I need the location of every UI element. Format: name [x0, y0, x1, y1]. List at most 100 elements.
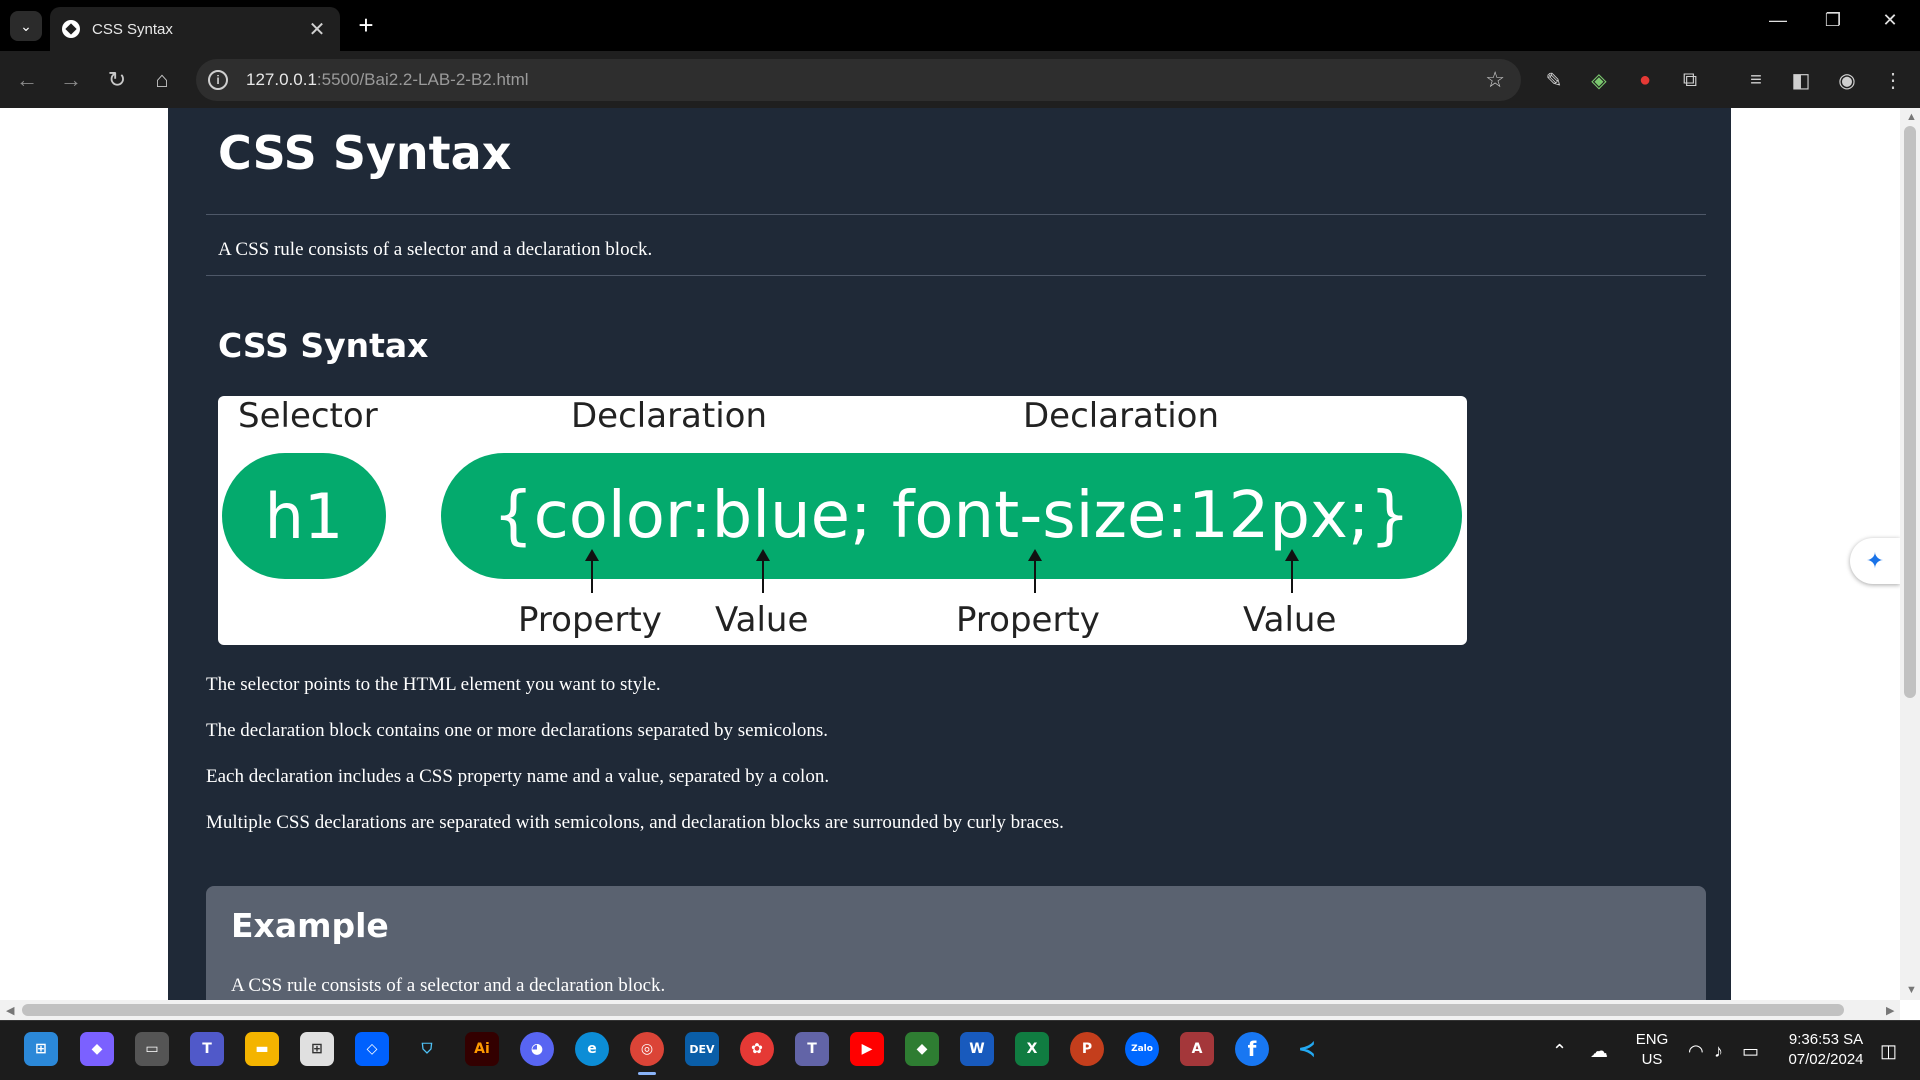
- minimize-button[interactable]: —: [1758, 10, 1798, 31]
- teams-icon[interactable]: T: [190, 1032, 224, 1066]
- scroll-down-arrow-icon[interactable]: ▼: [1906, 984, 1917, 996]
- assistant-bubble-icon[interactable]: ✦: [1850, 538, 1900, 584]
- scroll-right-arrow-icon[interactable]: ▶: [1886, 1004, 1894, 1017]
- property-label: Property: [518, 600, 662, 640]
- copilot-icon[interactable]: ◆: [80, 1032, 114, 1066]
- language-code: ENG: [1635, 1031, 1669, 1048]
- photos-icon[interactable]: ✿: [740, 1032, 774, 1066]
- battery-icon[interactable]: ▭: [1742, 1041, 1759, 1062]
- powerpoint-icon[interactable]: P: [1070, 1032, 1104, 1066]
- divider: [206, 214, 1706, 215]
- discord-icon[interactable]: ◕: [520, 1032, 554, 1066]
- youtube-icon[interactable]: ▶: [850, 1032, 884, 1066]
- arrow-up-icon: [1285, 549, 1299, 593]
- url-path: :5500/Bai2.2-LAB-2-B2.html: [316, 70, 529, 89]
- clock-time: 9:36:53 SA: [1788, 1031, 1864, 1048]
- url-text: 127.0.0.1:5500/Bai2.2-LAB-2-B2.html: [246, 70, 529, 90]
- adblock-extension-icon[interactable]: ●: [1630, 65, 1660, 95]
- bookmark-star-icon[interactable]: ☆: [1485, 67, 1505, 93]
- value-label: Value: [715, 600, 809, 640]
- page-container: CSS Syntax A CSS rule consists of a sele…: [168, 108, 1731, 1000]
- restore-button[interactable]: ❐: [1813, 10, 1853, 31]
- tab-title: CSS Syntax: [92, 20, 173, 38]
- scroll-left-arrow-icon[interactable]: ◀: [6, 1004, 14, 1017]
- example-text: A CSS rule consists of a selector and a …: [231, 975, 666, 996]
- language-indicator[interactable]: ENG US: [1630, 1030, 1674, 1070]
- browser-toolbar: ← → ↻ ⌂ i 127.0.0.1:5500/Bai2.2-LAB-2-B2…: [0, 51, 1920, 108]
- paragraph: Multiple CSS declarations are separated …: [206, 812, 1064, 833]
- scroll-up-arrow-icon[interactable]: ▲: [1906, 111, 1917, 123]
- media-control-icon[interactable]: ≡: [1741, 65, 1771, 95]
- intro-text: A CSS rule consists of a selector and a …: [218, 239, 653, 260]
- zalo-icon[interactable]: Zalo: [1125, 1032, 1159, 1066]
- paragraph: The declaration block contains one or mo…: [206, 720, 829, 741]
- access-icon[interactable]: A: [1180, 1032, 1214, 1066]
- tab-search-button[interactable]: ⌄: [10, 11, 42, 41]
- divider: [206, 275, 1706, 276]
- paragraph: The selector points to the HTML element …: [206, 674, 661, 695]
- selector-label: Selector: [238, 396, 378, 436]
- back-arrow-icon[interactable]: ←: [12, 65, 42, 95]
- address-bar[interactable]: i 127.0.0.1:5500/Bai2.2-LAB-2-B2.html ☆: [196, 59, 1521, 101]
- keyboard-layout: US: [1641, 1051, 1663, 1068]
- task-view-icon[interactable]: ▭: [135, 1032, 169, 1066]
- windows-start-icon[interactable]: ⊞: [24, 1032, 58, 1066]
- git-icon[interactable]: ◆: [905, 1032, 939, 1066]
- arrow-up-icon: [585, 549, 599, 593]
- onedrive-icon[interactable]: ☁: [1590, 1041, 1608, 1062]
- value-label: Value: [1243, 600, 1337, 640]
- notification-icon[interactable]: ◫: [1880, 1041, 1897, 1062]
- declaration-label: Declaration: [571, 396, 768, 436]
- arrow-up-icon: [756, 549, 770, 593]
- chrome-icon[interactable]: ◎: [630, 1032, 664, 1066]
- extensions-puzzle-icon[interactable]: ⧉: [1675, 65, 1705, 95]
- url-host: 127.0.0.1: [246, 70, 317, 89]
- side-panel-icon[interactable]: ◧: [1786, 65, 1816, 95]
- chevron-up-icon[interactable]: ⌃: [1552, 1041, 1567, 1062]
- css-syntax-diagram: Selector Declaration Declaration h1 {col…: [218, 396, 1467, 645]
- eyedropper-extension-icon[interactable]: ✎: [1539, 65, 1569, 95]
- dropbox-icon[interactable]: ◇: [355, 1032, 389, 1066]
- browser-tab[interactable]: CSS Syntax ✕: [50, 7, 340, 51]
- declaration-label: Declaration: [1023, 396, 1220, 436]
- arrow-up-icon: [1028, 549, 1042, 593]
- devtools-icon[interactable]: DEV: [685, 1032, 719, 1066]
- file-explorer-icon[interactable]: ▬: [245, 1032, 279, 1066]
- clock-date: 07/02/2024: [1788, 1051, 1864, 1068]
- site-info-icon[interactable]: i: [208, 70, 228, 90]
- section-heading: CSS Syntax: [218, 326, 429, 365]
- menu-kebab-icon[interactable]: ⋮: [1878, 65, 1908, 95]
- teams-classic-icon[interactable]: T: [795, 1032, 829, 1066]
- volume-icon[interactable]: ♪: [1714, 1041, 1723, 1062]
- selector-pill: h1: [222, 453, 386, 579]
- close-window-button[interactable]: ✕: [1870, 10, 1910, 31]
- property-label: Property: [956, 600, 1100, 640]
- tab-strip: ⌄ CSS Syntax ✕ + — ❐ ✕: [0, 0, 1920, 51]
- edge-icon[interactable]: e: [575, 1032, 609, 1066]
- reload-icon[interactable]: ↻: [102, 65, 132, 95]
- page-title: CSS Syntax: [218, 126, 512, 180]
- vertical-scroll-thumb[interactable]: [1904, 126, 1916, 698]
- home-icon[interactable]: ⌂: [147, 65, 177, 95]
- tab-close-icon[interactable]: ✕: [306, 17, 328, 42]
- forward-arrow-icon[interactable]: →: [56, 65, 86, 95]
- active-app-indicator: [638, 1072, 656, 1075]
- security-icon[interactable]: ⛉: [410, 1032, 444, 1066]
- vscode-icon[interactable]: ≺: [1290, 1032, 1324, 1066]
- new-tab-button[interactable]: +: [354, 10, 378, 41]
- page-viewport: CSS Syntax A CSS rule consists of a sele…: [0, 108, 1900, 1000]
- example-box: Example A CSS rule consists of a selecto…: [206, 886, 1706, 1000]
- facebook-icon[interactable]: f: [1235, 1032, 1269, 1066]
- wifi-icon[interactable]: ◠: [1688, 1041, 1704, 1062]
- translate-extension-icon[interactable]: ◈: [1584, 65, 1614, 95]
- illustrator-icon[interactable]: Ai: [465, 1032, 499, 1066]
- horizontal-scroll-thumb[interactable]: [22, 1004, 1844, 1016]
- example-title: Example: [231, 906, 389, 945]
- excel-icon[interactable]: X: [1015, 1032, 1049, 1066]
- word-icon[interactable]: W: [960, 1032, 994, 1066]
- favicon-icon: [62, 20, 80, 38]
- profile-avatar-icon[interactable]: ◉: [1832, 65, 1862, 95]
- microsoft-store-icon[interactable]: ⊞: [300, 1032, 334, 1066]
- paragraph: Each declaration includes a CSS property…: [206, 766, 830, 787]
- clock[interactable]: 9:36:53 SA 07/02/2024: [1778, 1030, 1874, 1070]
